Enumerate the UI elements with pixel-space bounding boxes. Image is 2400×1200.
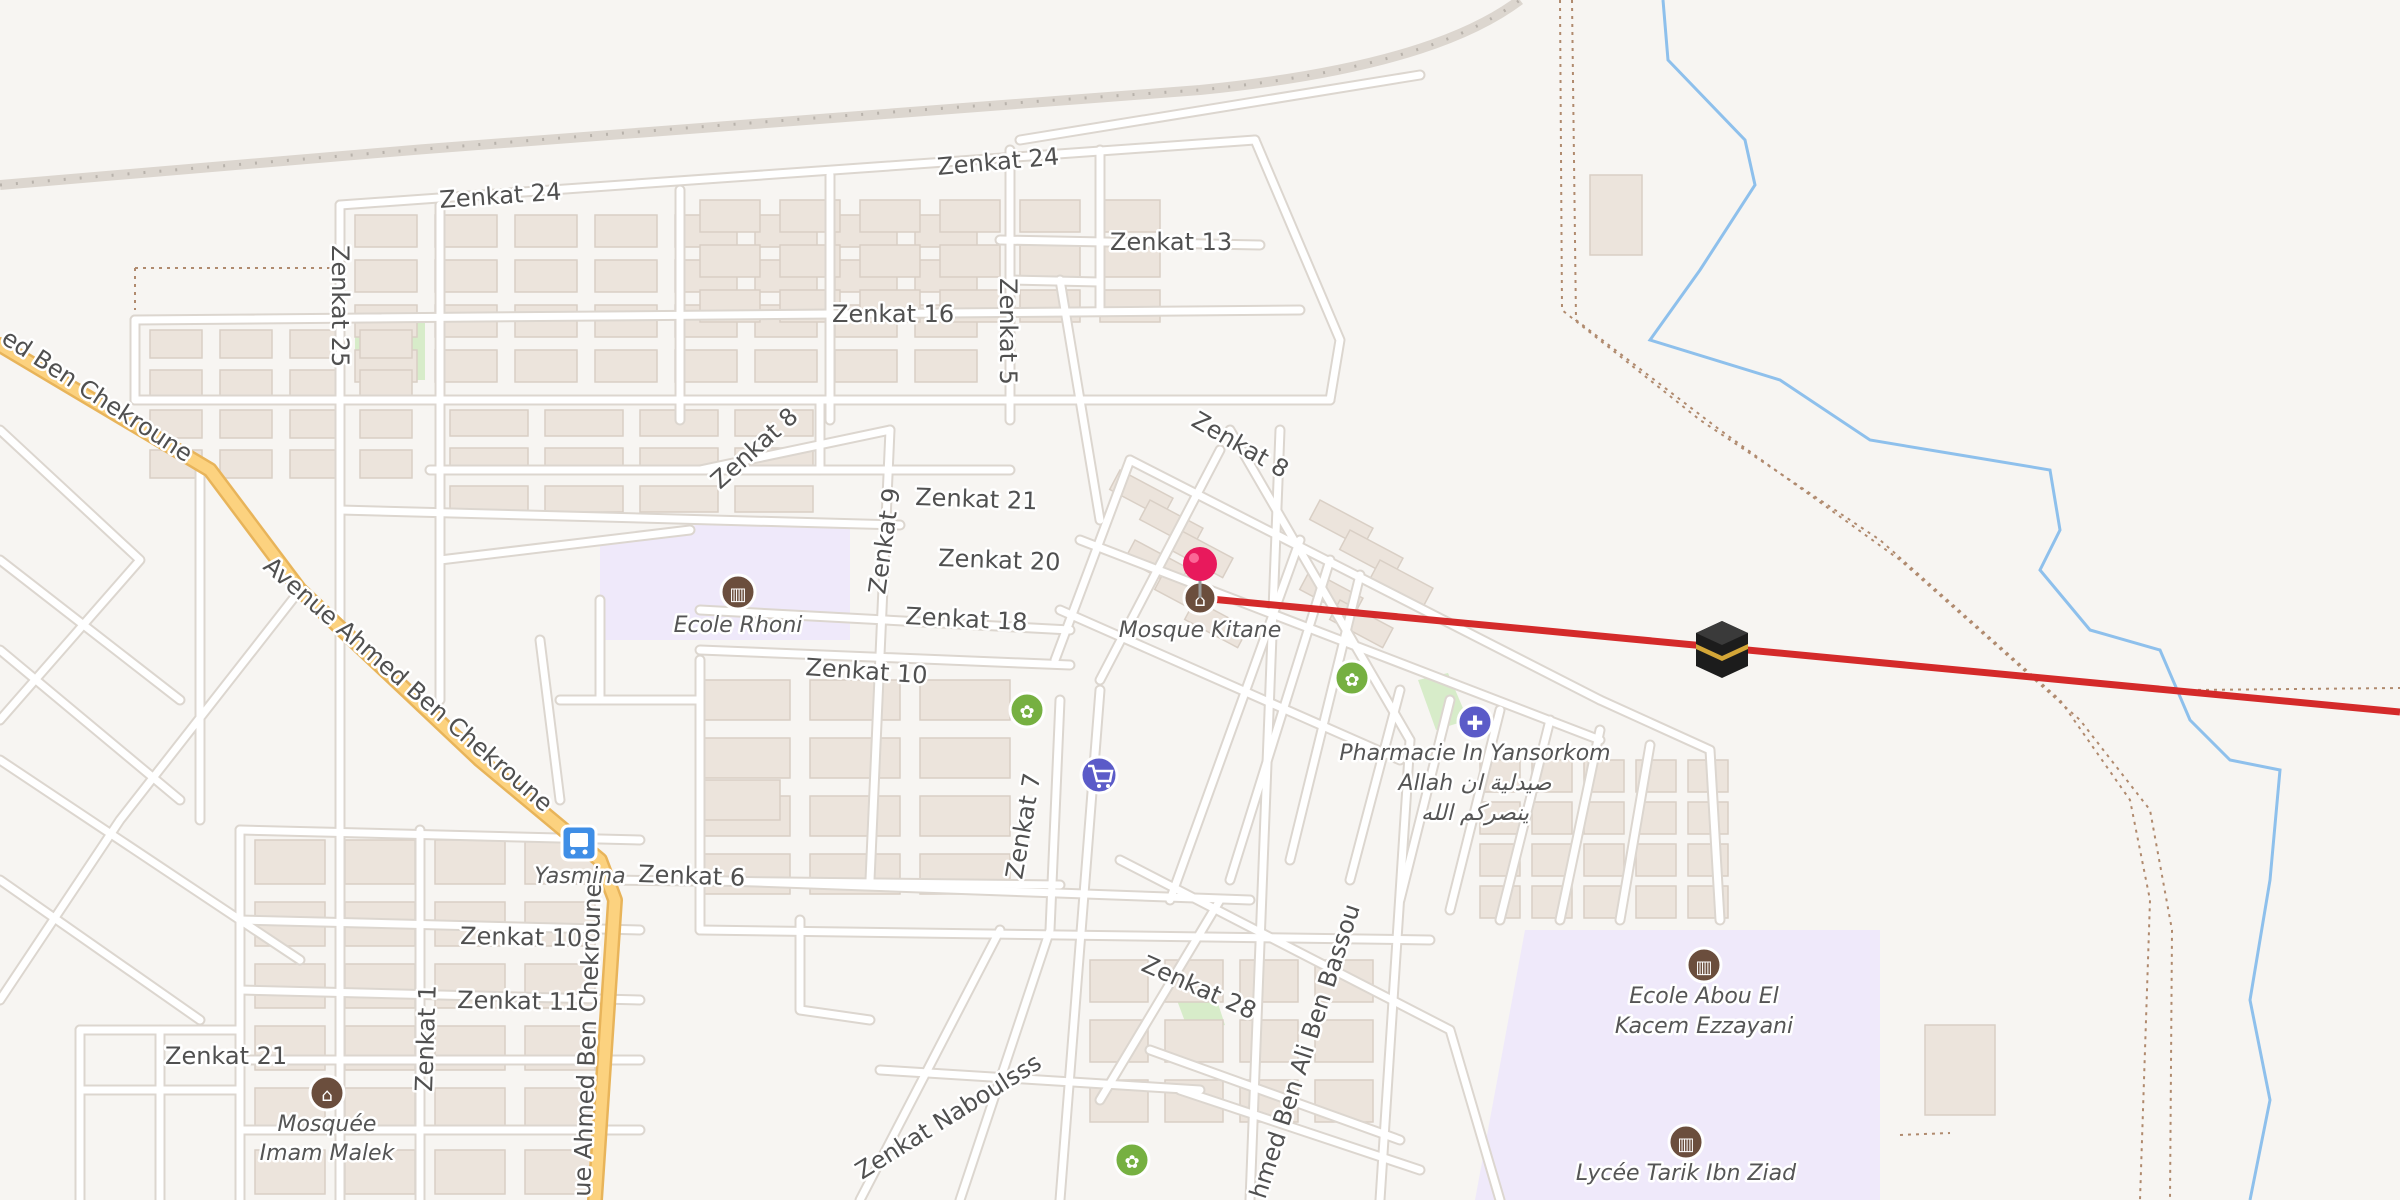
poi-label: Allah صيدلية ان bbox=[1397, 771, 1552, 796]
street-label-zenkat-13: Zenkat 13 bbox=[1110, 228, 1232, 256]
poi-label: Ecole Rhoni bbox=[674, 613, 803, 638]
garden-center-icon[interactable]: ✿ bbox=[1113, 1141, 1151, 1179]
street-label-zenkat-11: Zenkat 11 bbox=[457, 986, 580, 1016]
svg-text:✚: ✚ bbox=[1467, 711, 1484, 735]
street-label-zenkat-20: Zenkat 20 bbox=[938, 544, 1061, 576]
poi-label: Ecole Abou El bbox=[1629, 984, 1779, 1009]
poi-label: Imam Malek bbox=[260, 1141, 396, 1166]
map-canvas[interactable]: Zenkat 24 Zenkat 24 Zenkat 13 Zenkat 25 … bbox=[0, 0, 2400, 1200]
street-label-zenkat-21: Zenkat 21 bbox=[915, 483, 1038, 515]
poi-label: Yasmina bbox=[534, 864, 625, 889]
svg-text:▥: ▥ bbox=[1695, 957, 1712, 978]
street-label-zenkat-10: Zenkat 10 bbox=[460, 922, 583, 952]
school-grounds-abou-el-kacem bbox=[1475, 930, 1880, 1200]
kaaba-icon[interactable] bbox=[1696, 621, 1748, 678]
svg-text:▥: ▥ bbox=[729, 584, 746, 605]
svg-text:✿: ✿ bbox=[1344, 670, 1359, 691]
svg-text:✿: ✿ bbox=[1124, 1152, 1139, 1173]
garden-center-icon[interactable]: ✿ bbox=[1333, 659, 1371, 697]
svg-text:⌂: ⌂ bbox=[321, 1085, 332, 1106]
poi-label: Pharmacie In Yansorkom bbox=[1339, 741, 1610, 766]
poi-label: Mosque Kitane bbox=[1119, 618, 1281, 643]
street-label-zenkat-6: Zenkat 6 bbox=[638, 860, 746, 892]
street-label-zenkat-1: Zenkat 1 bbox=[410, 984, 442, 1092]
svg-text:▥: ▥ bbox=[1677, 1134, 1694, 1155]
poi-label: Mosquée bbox=[278, 1112, 377, 1137]
garden-center-icon[interactable]: ✿ bbox=[1008, 691, 1046, 729]
poi-label: Lycée Tarik Ibn Ziad bbox=[1576, 1161, 1797, 1186]
svg-text:✿: ✿ bbox=[1019, 702, 1034, 723]
shopping-cart-icon[interactable] bbox=[1079, 755, 1119, 795]
street-label-zenkat-16: Zenkat 16 bbox=[832, 300, 954, 328]
poi-label: ينصركم الله bbox=[1421, 801, 1529, 826]
street-label-zenkat-25: Zenkat 25 bbox=[326, 245, 354, 367]
poi-label: Kacem Ezzayani bbox=[1615, 1014, 1793, 1039]
street-label-zenkat-5: Zenkat 5 bbox=[994, 278, 1022, 385]
street-label-zenkat-21: Zenkat 21 bbox=[165, 1042, 287, 1070]
